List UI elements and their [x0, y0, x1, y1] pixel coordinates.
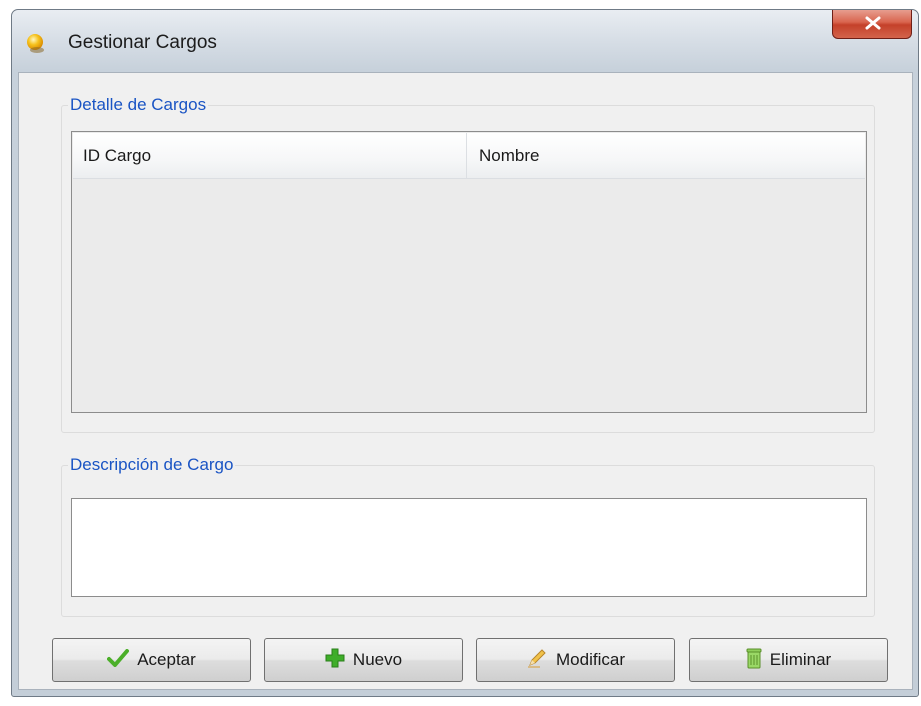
dialog-client-area: Detalle de Cargos ID Cargo Nombre Descri…: [18, 72, 913, 690]
modificar-label: Modificar: [556, 650, 625, 669]
detalle-legend: Detalle de Cargos: [68, 95, 209, 115]
pencil-icon: [526, 647, 548, 674]
descripcion-legend: Descripción de Cargo: [68, 455, 236, 475]
trash-icon: [746, 647, 762, 674]
close-icon: [865, 16, 881, 30]
app-bulb-icon: [24, 32, 46, 54]
aceptar-label: Aceptar: [137, 650, 196, 669]
close-button[interactable]: [832, 10, 912, 39]
window-title: Gestionar Cargos: [68, 32, 217, 53]
table-header: ID Cargo Nombre: [73, 133, 865, 179]
nuevo-label: Nuevo: [352, 650, 403, 669]
eliminar-button[interactable]: Eliminar: [689, 638, 888, 682]
plus-icon: [325, 648, 345, 673]
eliminar-label: Eliminar: [769, 650, 832, 669]
descripcion-textarea[interactable]: [71, 498, 867, 597]
dialog-window: Gestionar Cargos Detalle de Cargos ID Ca…: [11, 9, 919, 697]
cargos-table[interactable]: ID Cargo Nombre: [71, 131, 867, 413]
aceptar-button[interactable]: Aceptar: [52, 638, 251, 682]
column-header-id-cargo[interactable]: ID Cargo: [73, 133, 467, 178]
checkmark-icon: [107, 648, 130, 672]
modificar-button[interactable]: Modificar: [476, 638, 675, 682]
title-bar[interactable]: Gestionar Cargos: [12, 10, 918, 72]
nuevo-button[interactable]: Nuevo: [264, 638, 463, 682]
column-header-nombre[interactable]: Nombre: [468, 133, 866, 178]
